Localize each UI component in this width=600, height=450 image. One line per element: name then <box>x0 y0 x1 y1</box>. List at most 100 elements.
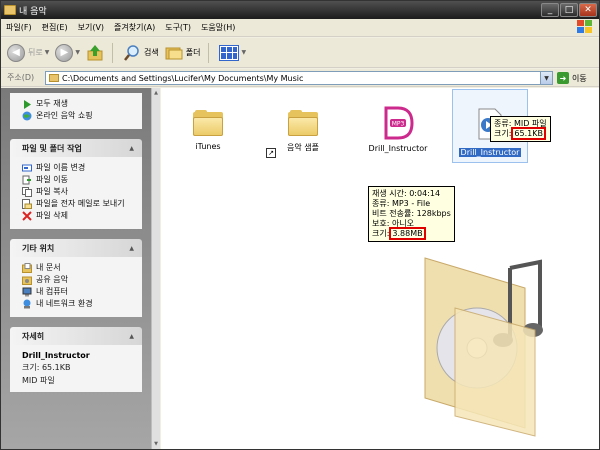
task-email[interactable]: 파일을 전자 메일로 보내기 <box>22 199 136 209</box>
search-icon <box>124 44 139 61</box>
minimize-button[interactable]: _ <box>541 3 559 17</box>
menu-favorites[interactable]: 즐겨찾기(A) <box>109 22 160 33</box>
file-item-drill-mp3[interactable]: MP3 Drill_Instructor <box>353 106 443 153</box>
back-arrow-icon: ◀ <box>7 43 25 62</box>
place-network[interactable]: 내 네트워크 환경 <box>22 299 136 309</box>
place-label: 내 문서 <box>36 263 61 272</box>
place-label: 공유 음악 <box>36 275 68 284</box>
panel-body: Drill_Instructor 크기: 65.1KB MID 파일 <box>10 345 142 392</box>
panel-header[interactable]: 자세히 ▲ <box>10 327 142 345</box>
place-shared-music[interactable]: 공유 음악 <box>22 275 136 285</box>
task-pane: 모두 재생 온라인 음악 쇼핑 파일 및 폴더 작업 ▲ 파일 이름 변경 파일… <box>1 88 151 449</box>
task-copy[interactable]: 파일 복사 <box>22 187 136 197</box>
folders-label: 폴더 <box>185 48 201 57</box>
file-name: iTunes <box>195 142 221 151</box>
copy-icon <box>22 187 32 197</box>
folders-button[interactable]: 폴더 <box>165 46 201 60</box>
chevron-down-icon: ▼ <box>44 49 50 56</box>
chevron-down-icon: ▼ <box>241 49 247 56</box>
task-rename[interactable]: 파일 이름 변경 <box>22 163 136 173</box>
task-shop-online[interactable]: 온라인 음악 쇼핑 <box>22 111 134 121</box>
panel-title: 파일 및 폴더 작업 <box>22 143 82 153</box>
menu-tools[interactable]: 도구(T) <box>160 22 196 33</box>
task-label: 파일 복사 <box>36 187 68 196</box>
folder-icon <box>193 110 223 136</box>
svg-text:MP3: MP3 <box>392 121 405 128</box>
search-label: 검색 <box>143 48 159 57</box>
panel-title: 기타 위치 <box>22 243 55 253</box>
forward-button[interactable]: ▶ ▼ <box>55 43 80 62</box>
my-documents-icon <box>22 263 32 273</box>
menu-view[interactable]: 보기(V) <box>73 22 109 33</box>
music-folder-watermark-icon <box>424 257 543 437</box>
file-list-view: iTunes 음악 샘플 ↗ MP3 Drill_Instructor Dril… <box>161 88 599 449</box>
globe-icon <box>22 111 32 121</box>
tooltip-size-label: 크기: <box>494 129 512 138</box>
toolbar-separator <box>208 42 210 63</box>
tooltip-size-value: 65.1KB <box>511 127 546 140</box>
menu-file[interactable]: 파일(F) <box>1 22 37 33</box>
delete-icon <box>22 211 32 221</box>
back-label: 뒤로 <box>28 48 43 57</box>
collapse-icon: ▲ <box>129 332 134 340</box>
mp3-file-tooltip: 재생 시간: 0:04:14 종류: MP3 - File 비트 전송률: 12… <box>368 186 455 242</box>
task-play-all[interactable]: 모두 재생 <box>22 99 134 109</box>
panel-header[interactable]: 기타 위치 ▲ <box>10 239 142 257</box>
up-folder-button[interactable] <box>86 44 104 62</box>
file-tasks-panel: 파일 및 폴더 작업 ▲ 파일 이름 변경 파일 이동 파일 복사 파일을 전자… <box>10 139 142 229</box>
maximize-button[interactable]: □ <box>560 3 578 17</box>
shortcut-arrow-icon: ↗ <box>266 148 276 158</box>
explorer-window: 내 음악 _ □ ✕ 파일(F) 편집(E) 보기(V) 즐겨찾기(A) 도구(… <box>0 0 600 450</box>
details-file-type: MID 파일 <box>22 376 55 385</box>
toolbar: ◀ 뒤로 ▼ ▶ ▼ 검색 폴더 ▼ <box>1 38 599 68</box>
folder-icon <box>49 74 59 82</box>
folders-icon <box>165 47 183 59</box>
task-label: 파일을 전자 메일로 보내기 <box>36 199 125 208</box>
shared-music-icon <box>22 275 32 285</box>
task-pane-scrollbar[interactable]: ▲ ▼ <box>151 88 160 449</box>
search-button[interactable]: 검색 <box>123 44 159 62</box>
place-my-computer[interactable]: 내 컴퓨터 <box>22 287 136 297</box>
collapse-icon: ▲ <box>129 144 134 152</box>
close-button[interactable]: ✕ <box>579 3 597 17</box>
address-dropdown-button[interactable]: ▼ <box>540 72 552 84</box>
task-delete[interactable]: 파일 삭제 <box>22 211 136 221</box>
file-name: Drill_Instructor <box>368 144 428 153</box>
scroll-up-icon[interactable]: ▲ <box>152 89 160 97</box>
address-label: 주소(D) <box>7 73 35 82</box>
up-folder-icon <box>87 44 103 60</box>
go-label: 이동 <box>572 73 587 83</box>
network-icon <box>22 299 32 309</box>
go-button[interactable]: ➜ 이동 <box>557 72 587 84</box>
rename-icon <box>22 163 32 173</box>
windows-logo-icon <box>577 20 593 35</box>
place-label: 내 네트워크 환경 <box>36 299 93 308</box>
task-move[interactable]: 파일 이동 <box>22 175 136 185</box>
scroll-down-icon[interactable]: ▼ <box>152 440 160 448</box>
address-input[interactable]: C:\Documents and Settings\Lucifer\My Doc… <box>45 71 553 85</box>
address-bar: 주소(D) C:\Documents and Settings\Lucifer\… <box>1 69 599 87</box>
task-label: 파일 이동 <box>36 175 68 184</box>
place-my-documents[interactable]: 내 문서 <box>22 263 136 273</box>
tooltip-size-label: 크기: <box>372 229 390 238</box>
address-path: C:\Documents and Settings\Lucifer\My Doc… <box>62 73 304 83</box>
views-icon <box>219 44 240 61</box>
back-button[interactable]: ◀ 뒤로 ▼ <box>7 43 50 62</box>
title-bar[interactable]: 내 음악 _ □ ✕ <box>1 1 599 19</box>
menu-bar: 파일(F) 편집(E) 보기(V) 즐겨찾기(A) 도구(T) 도움말(H) <box>1 19 599 37</box>
menu-edit[interactable]: 편집(E) <box>37 22 73 33</box>
toolbar-separator <box>111 42 113 63</box>
tooltip-size-line: 크기: 3.88MB <box>372 227 451 240</box>
music-tasks-panel: 모두 재생 온라인 음악 쇼핑 <box>10 93 142 129</box>
file-item-sample-music[interactable]: 음악 샘플 <box>258 110 348 153</box>
folder-icon <box>288 110 318 136</box>
menu-help[interactable]: 도움말(H) <box>196 22 240 33</box>
tooltip-duration: 재생 시간: 0:04:14 <box>372 189 441 198</box>
play-icon <box>22 99 32 109</box>
panel-header[interactable]: 파일 및 폴더 작업 ▲ <box>10 139 142 157</box>
mid-file-tooltip: 종류: MID 파일 크기: 65.1KB <box>490 116 551 142</box>
file-item-itunes[interactable]: iTunes <box>163 110 253 151</box>
email-icon <box>22 199 32 209</box>
collapse-icon: ▲ <box>129 244 134 252</box>
views-button[interactable]: ▼ <box>219 44 247 61</box>
